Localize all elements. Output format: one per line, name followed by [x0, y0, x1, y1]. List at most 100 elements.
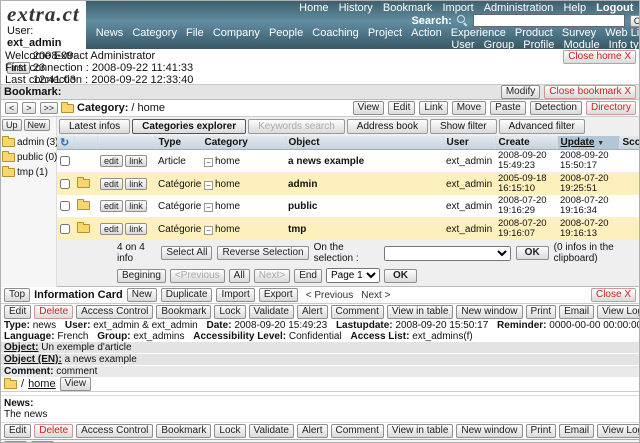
bottom-action-button[interactable]: Print [525, 424, 557, 438]
next-page-button[interactable]: Next> [253, 268, 291, 283]
move-button[interactable]: Move [451, 101, 487, 115]
table-row[interactable]: edit link Catégorie home admin ext_admin… [57, 172, 639, 196]
row-checkbox[interactable] [60, 223, 70, 234]
module-menu-link[interactable]: Coaching [312, 27, 358, 39]
card-action-button[interactable]: Bookmark [156, 305, 212, 319]
col-score[interactable]: Score [619, 136, 639, 150]
bottom-action-button[interactable]: Edit [4, 424, 32, 438]
col-category[interactable]: Category [201, 136, 286, 150]
row-edit-button[interactable]: edit [100, 178, 123, 190]
detection-button[interactable]: Detection [529, 101, 582, 115]
begining-button[interactable]: Begining [117, 268, 166, 283]
collapse-icon[interactable] [204, 202, 213, 212]
nav-first-button[interactable]: < [5, 102, 19, 114]
top-button[interactable]: Top [4, 288, 31, 302]
module-menu-link[interactable]: Web Link [605, 27, 639, 39]
new-button[interactable]: New [23, 119, 50, 131]
top-menu-link[interactable]: Import [442, 2, 473, 14]
object-link[interactable]: tmp [285, 218, 443, 241]
modify-bookmark-button[interactable]: Modify [500, 85, 541, 99]
tab[interactable]: Categories explorer [132, 119, 247, 134]
card-action-button[interactable]: New window [456, 305, 523, 319]
top-menu-link[interactable]: Bookmark [383, 2, 433, 14]
reverse-selection-button[interactable]: Reverse Selection [217, 246, 309, 260]
card-action-button[interactable]: Print [525, 305, 557, 319]
tab[interactable]: Show filter [429, 119, 497, 134]
home-category-link[interactable]: home [28, 378, 56, 390]
module-menu-link[interactable]: Experience [451, 27, 506, 39]
card-next-link[interactable]: Next > [361, 290, 390, 301]
card-action-button[interactable]: Edit [4, 305, 32, 319]
bottom-action-button[interactable]: Lock [214, 424, 246, 438]
row-link-button[interactable]: link [125, 200, 147, 212]
tab[interactable]: Advanced filter [498, 119, 585, 134]
card-action-button[interactable]: Alert [296, 305, 328, 319]
view-category-button[interactable]: View [59, 377, 92, 391]
card-action-button[interactable]: View Log [597, 305, 639, 319]
bottom-action-button[interactable]: Alert [296, 424, 328, 438]
page-ok-button[interactable]: OK [384, 268, 417, 283]
module-menu-link[interactable]: Action [411, 27, 442, 39]
selection-ok-button[interactable]: OK [515, 246, 549, 260]
close-bookmark-button[interactable]: Close bookmark X [544, 85, 636, 99]
table-row[interactable]: edit link Catégorie home tmp ext_admin 2… [57, 217, 639, 241]
module-menu-link[interactable]: Survey [562, 27, 596, 39]
module-menu-link[interactable]: Category [132, 27, 177, 39]
col-object[interactable]: Object [285, 136, 444, 150]
table-row[interactable]: edit link Article home a news example ex… [57, 149, 639, 173]
object-link[interactable]: a news example [285, 149, 443, 173]
page-select[interactable]: Page 1 [326, 268, 380, 283]
collapse-icon[interactable] [204, 157, 213, 167]
object-link[interactable]: admin [285, 173, 443, 196]
top-menu-link[interactable]: Logout [596, 2, 633, 14]
module-menu-link[interactable]: News [96, 27, 124, 39]
bottom-action-button[interactable]: Bookmark [156, 424, 212, 438]
tab[interactable]: Address book [346, 119, 428, 134]
close-home-button[interactable]: Close home X [563, 50, 636, 64]
export-button[interactable]: Export [258, 288, 298, 302]
card-action-button[interactable]: Comment [330, 305, 384, 319]
card-action-button[interactable]: Delete [34, 305, 74, 319]
module-menu-link[interactable]: Project [368, 27, 402, 39]
search-input[interactable] [472, 14, 625, 27]
module-menu-link[interactable]: People [269, 27, 303, 39]
paste-button[interactable]: Paste [490, 101, 526, 115]
row-link-button[interactable]: link [125, 155, 147, 167]
collapse-icon[interactable] [204, 180, 213, 190]
tree-item[interactable]: public (0) [2, 150, 57, 165]
bottom-action-button[interactable]: Comment [330, 424, 384, 438]
module-menu-link[interactable]: Company [213, 27, 260, 39]
bottom-action-button[interactable]: Validate [248, 424, 294, 438]
module-menu-link[interactable]: File [186, 27, 204, 39]
bottom-action-button[interactable]: View in table [386, 424, 454, 438]
row-link-button[interactable]: link [125, 178, 147, 190]
refresh-icon[interactable] [60, 138, 69, 149]
row-checkbox[interactable] [60, 200, 70, 211]
close-card-button[interactable]: Close X [590, 288, 636, 302]
edit-button[interactable]: Edit [388, 101, 416, 115]
top-menu-link[interactable]: Home [299, 2, 328, 14]
card-action-button[interactable]: View in table [386, 305, 454, 319]
previous-page-button[interactable]: <Previous [169, 268, 225, 283]
card-previous-link[interactable]: < Previous [306, 290, 354, 301]
tree-item[interactable]: tmp (1) [2, 165, 55, 180]
bottom-action-button[interactable]: Email [559, 424, 595, 438]
card-action-button[interactable]: Email [559, 305, 595, 319]
row-link-button[interactable]: link [125, 223, 147, 235]
view-button[interactable]: View [352, 101, 385, 115]
collapse-icon[interactable] [204, 225, 213, 235]
selection-action-select[interactable] [384, 245, 511, 261]
tab[interactable]: Latest infos [59, 119, 131, 134]
top-menu-link[interactable]: Administration [484, 2, 554, 14]
nav-next-button[interactable]: > [22, 102, 36, 114]
tab[interactable]: Keywords search [248, 119, 345, 134]
bottom-action-button[interactable]: Delete [34, 424, 74, 438]
table-row[interactable]: edit link Catégorie home public ext_admi… [57, 195, 639, 218]
bottom-action-button[interactable]: Access Control [76, 424, 154, 438]
link-button[interactable]: Link [419, 101, 448, 115]
object-link[interactable]: public [285, 195, 443, 218]
nav-last-button[interactable]: >> [39, 102, 59, 114]
row-checkbox[interactable] [60, 178, 70, 189]
col-update[interactable]: Update [557, 136, 620, 150]
tree-item[interactable]: admin (3) [2, 135, 58, 150]
